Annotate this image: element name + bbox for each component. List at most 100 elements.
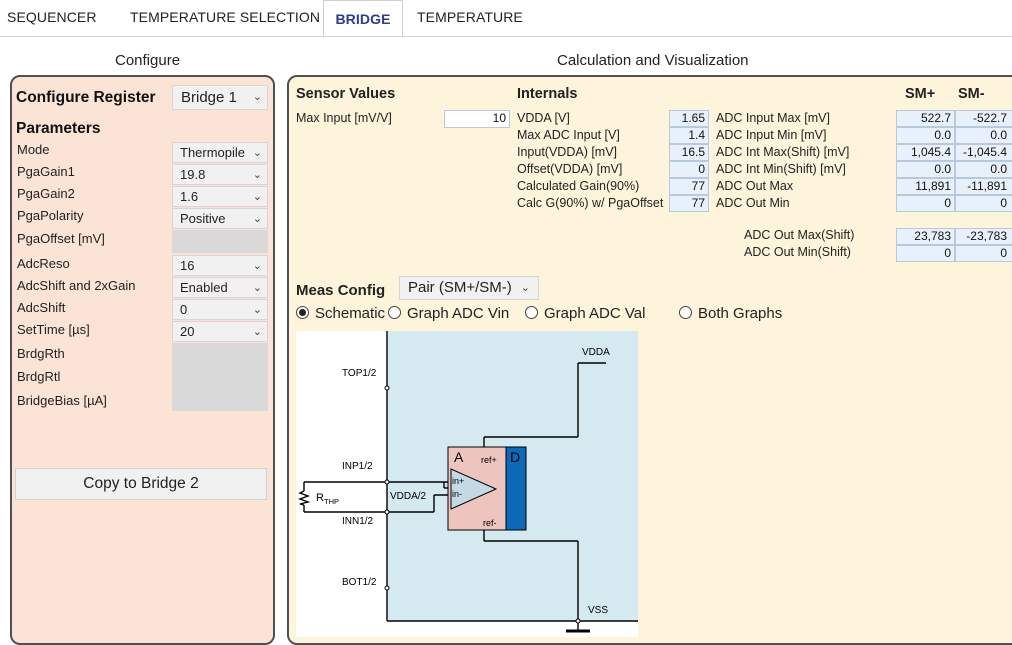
radio-selected-icon bbox=[296, 306, 309, 319]
adc-label-int-max-shift: ADC Int Max(Shift) [mV] bbox=[716, 145, 850, 159]
chevron-down-icon: ⌄ bbox=[252, 326, 262, 338]
pgagain1-select[interactable]: 19.8 ⌄ bbox=[172, 164, 268, 185]
tab-temperature[interactable]: TEMPERATURE bbox=[417, 9, 523, 25]
label-vss: VSS bbox=[588, 605, 608, 616]
internal-value-input-vdda: 16.5 bbox=[669, 144, 709, 161]
configure-title: Configure bbox=[115, 52, 181, 69]
param-label-bridgebias: BridgeBias [µA] bbox=[17, 393, 107, 408]
meas-config-label: Meas Config bbox=[296, 282, 386, 299]
bridge-select-value: Bridge 1 bbox=[181, 89, 237, 106]
adcshift-2xgain-select-value: Enabled bbox=[180, 280, 228, 295]
radio-graph-adc-val[interactable]: Graph ADC Val bbox=[525, 305, 645, 322]
param-label-brdgrth: BrdgRth bbox=[17, 346, 65, 361]
pgapolarity-select-value: Positive bbox=[180, 211, 226, 226]
adc-label-input-max: ADC Input Max [mV] bbox=[716, 111, 830, 125]
label-vdda: VDDA bbox=[582, 347, 610, 358]
radio-unselected-icon bbox=[388, 306, 401, 319]
mode-select-value: Thermopile bbox=[180, 145, 246, 160]
tab-sequencer[interactable]: SEQUENCER bbox=[7, 9, 97, 25]
tab-temperature-selection[interactable]: TEMPERATURE SELECTION bbox=[130, 9, 320, 25]
adc-int-max-shift-plus: 1,045.4 bbox=[896, 144, 955, 161]
label-inn: INN1/2 bbox=[342, 516, 374, 527]
param-label-adcshift-2xgain: AdcShift and 2xGain bbox=[17, 278, 136, 293]
adc-label-out-max-shift: ADC Out Max(Shift) bbox=[744, 228, 855, 242]
meas-config-select[interactable]: Pair (SM+/SM-) ⌄ bbox=[399, 276, 539, 300]
internal-label-input-vdda: Input(VDDA) [mV] bbox=[517, 145, 618, 159]
label-block-a: A bbox=[454, 449, 464, 465]
label-ref-minus: ref- bbox=[483, 518, 497, 528]
adc-out-min-minus: 0 bbox=[955, 195, 1012, 212]
radio-unselected-icon bbox=[525, 306, 538, 319]
adc-out-min-plus: 0 bbox=[896, 195, 955, 212]
radio-both-graphs[interactable]: Both Graphs bbox=[679, 305, 782, 322]
radio-graph-adc-vin-label: Graph ADC Vin bbox=[407, 305, 510, 322]
max-input-field[interactable]: 10 bbox=[444, 110, 510, 128]
adc-out-max-shift-minus: -23,783 bbox=[955, 228, 1012, 245]
internal-value-calc-gain-pgaoffset: 77 bbox=[669, 195, 709, 212]
settime-select-value: 20 bbox=[180, 324, 195, 339]
internal-label-max-adc-input: Max ADC Input [V] bbox=[517, 128, 620, 142]
radio-both-graphs-label: Both Graphs bbox=[698, 305, 783, 322]
label-ref-plus: ref+ bbox=[481, 455, 497, 465]
internal-value-vdda: 1.65 bbox=[669, 110, 709, 127]
bridge-select[interactable]: Bridge 1 ⌄ bbox=[172, 85, 268, 110]
internal-value-calculated-gain: 77 bbox=[669, 178, 709, 195]
sm-minus-header: SM- bbox=[958, 86, 985, 102]
chevron-down-icon: ⌄ bbox=[252, 282, 262, 294]
label-in-minus: in- bbox=[452, 489, 462, 499]
param-label-settime: SetTime [µs] bbox=[17, 322, 90, 337]
param-label-adcshift: AdcShift bbox=[17, 300, 66, 315]
label-vdda-half: VDDA/2 bbox=[390, 491, 427, 502]
adcreso-select-value: 16 bbox=[180, 258, 195, 273]
adc-out-min-shift-plus: 0 bbox=[896, 245, 955, 262]
radio-graph-adc-vin[interactable]: Graph ADC Vin bbox=[388, 305, 509, 322]
pgagain2-select-value: 1.6 bbox=[180, 189, 199, 204]
adcshift-select[interactable]: 0 ⌄ bbox=[172, 299, 268, 320]
tab-bar: SEQUENCER TEMPERATURE SELECTION BRIDGE T… bbox=[0, 0, 1012, 37]
adc-input-max-minus: -522.7 bbox=[955, 110, 1012, 127]
chevron-down-icon: ⌄ bbox=[252, 169, 262, 181]
label-block-d: D bbox=[510, 449, 520, 465]
adc-int-min-shift-minus: 0.0 bbox=[955, 161, 1012, 178]
adc-out-max-minus: -11,891 bbox=[955, 178, 1012, 195]
param-label-pgagain1: PgaGain1 bbox=[17, 164, 75, 179]
chevron-down-icon: ⌄ bbox=[252, 213, 262, 225]
adcshift-2xgain-select[interactable]: Enabled ⌄ bbox=[172, 277, 268, 298]
bridge-resistance-fields bbox=[172, 343, 268, 411]
param-label-pgaoffset: PgaOffset [mV] bbox=[17, 231, 105, 246]
internals-label: Internals bbox=[517, 86, 578, 102]
label-resistor-sub: THP bbox=[324, 497, 339, 506]
settime-select[interactable]: 20 ⌄ bbox=[172, 321, 268, 342]
sm-plus-header: SM+ bbox=[905, 86, 936, 102]
adc-out-min-shift-minus: 0 bbox=[955, 245, 1012, 262]
adcreso-select[interactable]: 16 ⌄ bbox=[172, 255, 268, 276]
param-label-pgagain2: PgaGain2 bbox=[17, 186, 75, 201]
pgapolarity-select[interactable]: Positive ⌄ bbox=[172, 208, 268, 229]
copy-to-bridge2-button[interactable]: Copy to Bridge 2 bbox=[15, 468, 267, 500]
adc-input-min-plus: 0.0 bbox=[896, 127, 955, 144]
internal-label-calculated-gain: Calculated Gain(90%) bbox=[517, 179, 640, 193]
adc-input-min-minus: 0.0 bbox=[955, 127, 1012, 144]
param-label-brdgrtl: BrdgRtl bbox=[17, 369, 61, 384]
configure-register-label: Configure Register bbox=[16, 89, 156, 106]
adc-label-input-min: ADC Input Min [mV] bbox=[716, 128, 827, 142]
chevron-down-icon: ⌄ bbox=[252, 191, 262, 203]
meas-config-select-value: Pair (SM+/SM-) bbox=[408, 279, 512, 296]
adc-label-out-min-shift: ADC Out Min(Shift) bbox=[744, 245, 851, 259]
label-bot: BOT1/2 bbox=[342, 577, 377, 588]
chevron-down-icon: ⌄ bbox=[250, 143, 262, 162]
param-label-pgapolarity: PgaPolarity bbox=[17, 208, 84, 223]
adc-int-max-shift-minus: -1,045.4 bbox=[955, 144, 1012, 161]
max-input-label: Max Input [mV/V] bbox=[296, 111, 392, 125]
radio-schematic-label: Schematic bbox=[315, 305, 386, 322]
mode-select[interactable]: Thermopile ⌄ bbox=[172, 142, 268, 163]
pgagain2-select[interactable]: 1.6 ⌄ bbox=[172, 186, 268, 207]
internal-value-max-adc-input: 1.4 bbox=[669, 127, 709, 144]
radio-graph-adc-val-label: Graph ADC Val bbox=[544, 305, 646, 322]
radio-schematic[interactable]: Schematic bbox=[296, 305, 385, 322]
label-resistor: R bbox=[316, 492, 324, 504]
tab-bridge[interactable]: BRIDGE bbox=[323, 0, 403, 36]
parameters-label: Parameters bbox=[16, 120, 101, 137]
adc-label-out-min: ADC Out Min bbox=[716, 196, 790, 210]
label-inp: INP1/2 bbox=[342, 461, 373, 472]
